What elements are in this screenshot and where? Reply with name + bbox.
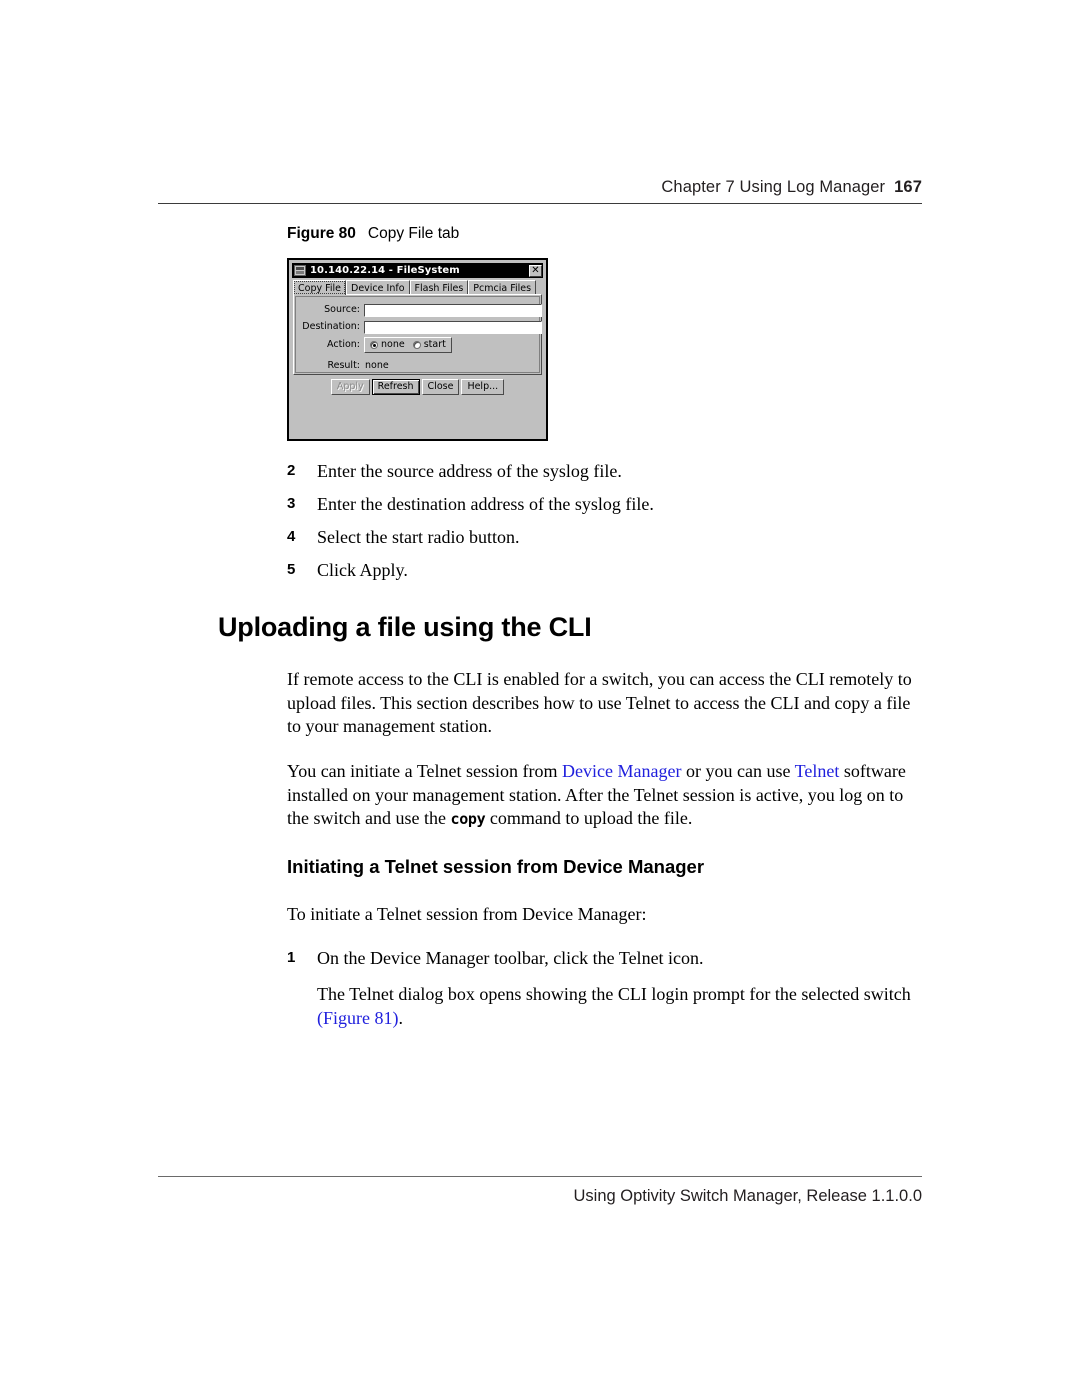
list-item: 1 On the Device Manager toolbar, click t… [287,947,927,969]
link-telnet[interactable]: Telnet [795,761,840,781]
apply-button[interactable]: Apply [330,379,370,395]
radio-selected-icon [370,341,378,349]
destination-row: Destination: [302,320,542,334]
subsection-heading: Initiating a Telnet session from Device … [287,856,705,877]
step-number: 2 [287,462,296,479]
step-text: Enter the destination address of the sys… [317,494,654,514]
list-item: 5 Click Apply. [287,559,927,581]
source-label: Source: [324,304,360,315]
action-label: Action: [327,339,360,350]
filesystem-dialog-screenshot: 10.140.22.14 - FileSystem ✕ Copy File De… [287,258,548,441]
refresh-button[interactable]: Refresh [371,379,420,395]
dialog-button-bar: Apply Refresh Close Help... [289,379,546,395]
step-text: Select the start radio button. [317,527,520,547]
copy-file-panel: Source: Destination: Action: none start … [293,294,542,375]
header-chapter-label: Chapter 7 Using Log Manager [661,178,886,196]
figure-label: Figure 80 [287,225,356,242]
radio-action-none[interactable]: none [370,339,405,351]
help-button[interactable]: Help... [461,379,505,395]
step-text: On the Device Manager toolbar, click the… [317,948,704,968]
step-number: 1 [287,949,296,966]
step-number: 3 [287,495,296,512]
running-header: Chapter 7 Using Log Manager 167 [158,178,922,204]
follow-part2: . [398,1007,403,1028]
dialog-titlebar: 10.140.22.14 - FileSystem ✕ [292,263,543,278]
link-device-manager[interactable]: Device Manager [562,761,681,781]
procedure-steps-lower: 1 On the Device Manager toolbar, click t… [287,947,927,980]
follow-part1: The Telnet dialog box opens showing the … [317,984,911,1004]
destination-label: Destination: [302,321,360,332]
list-item: 2 Enter the source address of the syslog… [287,460,927,482]
header-divider [158,203,922,204]
tab-copy-file[interactable]: Copy File [293,280,347,295]
step-text: Click Apply. [317,560,408,580]
header-chapter-line: Chapter 7 Using Log Manager 167 [158,178,922,197]
filesystem-window-icon [294,265,306,276]
step-number: 4 [287,528,296,545]
paragraph-telnet: You can initiate a Telnet session from D… [287,760,925,832]
step-number: 5 [287,561,296,578]
figure-caption: Figure 80 Copy File tab [287,225,459,243]
radio-unselected-icon [412,341,421,349]
telnet-part1: You can initiate a Telnet session from [287,761,563,781]
action-row: Action: none start [302,337,452,353]
close-glyph: ✕ [531,264,540,276]
close-icon[interactable]: ✕ [529,264,542,277]
tab-pcmcia-files[interactable]: Pcmcia Files [468,280,537,295]
result-value: none [365,360,389,371]
dialog-tabstrip: Copy File Device Info Flash Files Pcmcia… [293,280,542,295]
source-input[interactable] [364,303,542,317]
telnet-part4: command to upload the file. [485,808,693,828]
document-page: Chapter 7 Using Log Manager 167 Figure 80… [0,0,1080,1397]
paragraph-telnet-dialog-note: The Telnet dialog box opens showing the … [317,983,925,1030]
footer-divider [158,1176,922,1177]
action-radio-group: none start [364,337,452,353]
code-copy-command: copy [450,810,486,828]
radio-action-start[interactable]: start [412,339,446,351]
source-row: Source: [302,303,542,317]
footer-text: Using Optivity Switch Manager, Release 1… [573,1187,922,1205]
radio-action-none-label: none [381,339,405,350]
result-row: Result: none [302,359,389,373]
step-text: Enter the source address of the syslog f… [317,461,622,481]
radio-action-start-label: start [423,339,446,350]
result-label: Result: [327,360,360,371]
list-item: 3 Enter the destination address of the s… [287,493,927,515]
running-footer: Using Optivity Switch Manager, Release 1… [158,1176,922,1206]
procedure-steps-upper: 2 Enter the source address of the syslog… [287,460,927,592]
destination-input[interactable] [364,320,542,334]
dialog-title: 10.140.22.14 - FileSystem [310,265,460,276]
page-number: 167 [894,178,922,196]
copy-file-panel-inner: Source: Destination: Action: none start … [295,296,542,373]
section-heading: Uploading a file using the CLI [218,612,592,642]
paragraph-to-initiate: To initiate a Telnet session from Device… [287,904,647,924]
link-figure-81[interactable]: (Figure 81) [317,1008,398,1028]
tab-flash-files[interactable]: Flash Files [409,280,469,295]
telnet-part2: or you can use [681,761,795,781]
tab-device-info[interactable]: Device Info [346,280,410,295]
close-button[interactable]: Close [421,379,460,395]
list-item: 4 Select the start radio button. [287,526,927,548]
paragraph-intro: If remote access to the CLI is enabled f… [287,669,912,736]
figure-title: Copy File tab [367,225,460,242]
